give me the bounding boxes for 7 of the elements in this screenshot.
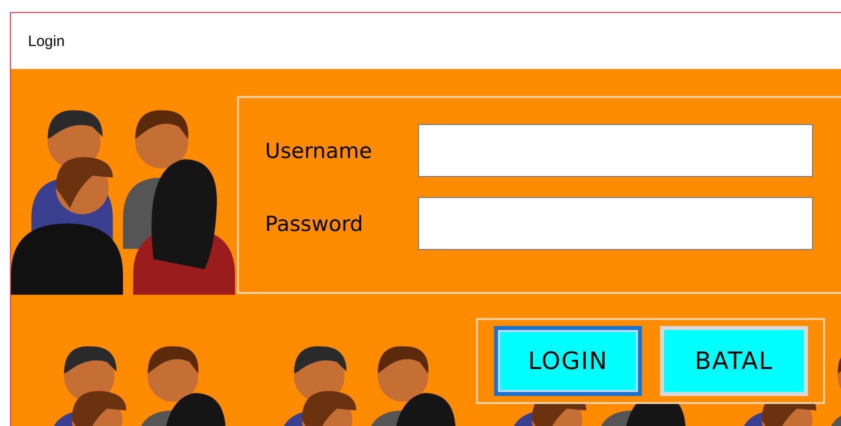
field-label: Password bbox=[265, 212, 364, 236]
input-field[interactable] bbox=[418, 124, 813, 177]
input-field[interactable] bbox=[418, 197, 813, 250]
field-label: Username bbox=[265, 138, 374, 162]
action-button[interactable]: LOGIN bbox=[494, 326, 642, 396]
action-button[interactable]: BATAL bbox=[660, 326, 808, 396]
window-title: Login bbox=[28, 32, 65, 50]
